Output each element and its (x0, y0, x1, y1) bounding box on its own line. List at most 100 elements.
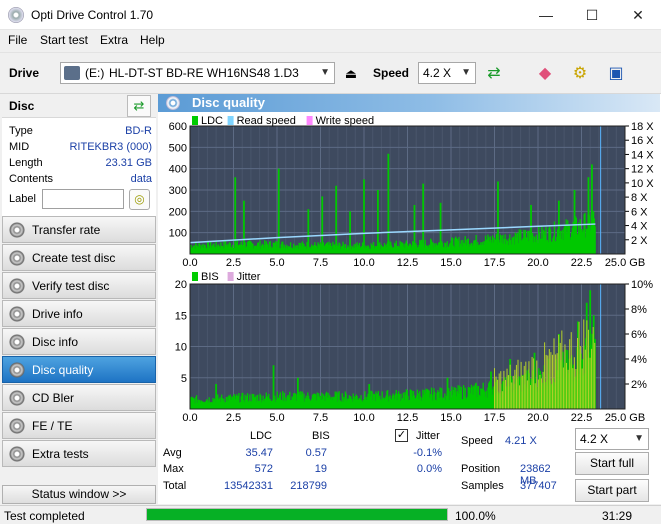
disc-length-key: Length (9, 157, 43, 169)
minimize-button[interactable]: — (523, 0, 569, 30)
menu-help[interactable]: Help (140, 33, 165, 47)
disc-icon (9, 306, 25, 322)
y-tick-label: 200 (169, 206, 187, 218)
y2-tick-label: 18 X (631, 121, 654, 133)
close-button[interactable]: ✕ (615, 0, 661, 30)
nav-label: CD Bler (32, 391, 75, 405)
nav-disc-quality-button[interactable]: Disc quality (2, 356, 156, 383)
charts-area: 0.0 2.5 5.0 7.5 10.0 12.5 15.0 17.5 20.0 22.5 25.0… (169, 115, 655, 424)
total-label: Total (163, 480, 187, 492)
y-tick-label: 400 (169, 164, 187, 176)
progress-text: 100.0% (455, 509, 496, 523)
menu-file[interactable]: File (8, 33, 27, 47)
speed-select-value: 4.2 X (423, 66, 452, 80)
chevron-down-icon: ▼ (461, 67, 471, 78)
y2-tick-label: 2 X (631, 235, 648, 247)
disc-header-label: Disc (9, 99, 35, 113)
disc-icon (9, 446, 25, 462)
x-tick-label: 20.0 (527, 257, 548, 269)
total-ldc: 13542331 (224, 480, 273, 492)
label-apply-icon[interactable]: ◎ (129, 189, 150, 210)
test-speed-select[interactable]: 4.2 X ▼ (575, 428, 649, 450)
x-tick-label: 20.0 (527, 412, 548, 424)
legend-label: Jitter (237, 271, 261, 283)
refresh-speed-icon[interactable]: ⇄ (481, 61, 507, 87)
x-tick-label: 10.0 (353, 412, 374, 424)
samples-label: Samples (461, 480, 504, 492)
disc-quality-icon (166, 96, 180, 110)
jitter-label: Jitter (416, 430, 440, 442)
progress-bar (146, 508, 448, 521)
settings-gear-icon[interactable]: ⚙ (567, 61, 593, 87)
y2-tick-label: 6% (631, 329, 647, 341)
samples-value: 377407 (520, 480, 557, 492)
disc-icon (9, 278, 25, 294)
y-tick-label: 500 (169, 142, 187, 154)
disc-refresh-icon[interactable]: ⇄ (127, 95, 151, 117)
elapsed-time: 31:29 (602, 509, 633, 523)
disc-icon (9, 418, 25, 434)
nav-disc-info-button[interactable]: Disc info (2, 328, 156, 355)
ldc-chart: 0.0 2.5 5.0 7.5 10.0 12.5 15.0 17.5 20.0 22.5 25.0… (169, 115, 655, 269)
save-icon[interactable]: ▣ (603, 61, 629, 87)
disc-length-value: 23.31 GB (105, 157, 152, 169)
x-tick-label: 22.5 (571, 257, 592, 269)
legend-swatch (192, 116, 198, 125)
disc-contents-key: Contents (9, 173, 54, 185)
eraser-icon[interactable]: ◆ (532, 61, 558, 87)
x-tick-label: 17.5 (484, 257, 505, 269)
y2-tick-label: 6 X (631, 206, 648, 218)
x-tick-label: 7.5 (313, 412, 328, 424)
avg-bis: 0.57 (305, 447, 327, 459)
x-tick-label: 17.5 (484, 412, 505, 424)
nav-fe-te-button[interactable]: FE / TE (2, 412, 156, 439)
bis-chart: 0.0 2.5 5.0 7.5 10.0 12.5 15.0 17.5 20.0 22.5 25.0… (175, 271, 653, 424)
menu-extra[interactable]: Extra (100, 33, 128, 47)
y2-tick-label: 10% (631, 279, 653, 291)
nav-transfer-rate-button[interactable]: Transfer rate (2, 216, 156, 243)
avg-label: Avg (163, 447, 182, 459)
y2-tick-label: 8% (631, 304, 647, 316)
legend-swatch (227, 272, 234, 281)
window-title: Opti Drive Control 1.70 (31, 8, 154, 22)
speed-select[interactable]: 4.2 X ▼ (418, 62, 476, 84)
nav-label: Extra tests (32, 447, 89, 461)
jitter-checkbox[interactable]: ✓ (395, 429, 408, 442)
nav-verify-test-disc-button[interactable]: Verify test disc (2, 272, 156, 299)
y-tick-label: 100 (169, 228, 187, 240)
drive-select[interactable]: (E:) HL-DT-ST BD-RE WH16NS48 1.D3 ▼ (60, 62, 335, 84)
start-part-button[interactable]: Start part (575, 479, 649, 502)
disc-label-input[interactable] (42, 189, 124, 209)
y-tick-label: 20 (175, 279, 187, 291)
disc-mid-key: MID (9, 141, 30, 153)
nav-drive-info-button[interactable]: Drive info (2, 300, 156, 327)
eject-button[interactable]: ⏏ (338, 61, 364, 87)
max-bis: 19 (314, 463, 327, 475)
position-label: Position (461, 463, 501, 475)
menu-start-test[interactable]: Start test (40, 33, 88, 47)
speed-label: Speed (373, 66, 410, 80)
nav-label: Disc quality (32, 363, 94, 377)
nav-label: Transfer rate (32, 223, 101, 237)
y2-tick-label: 14 X (631, 149, 654, 161)
x-tick-label: 12.5 (397, 257, 418, 269)
legend-label: Read speed (237, 115, 296, 127)
x-tick-label: 10.0 (353, 257, 374, 269)
legend-label: BIS (201, 271, 219, 283)
col-ldc-header: LDC (250, 430, 273, 442)
x-tick-label: 25.0 GB (605, 412, 645, 424)
nav-extra-tests-button[interactable]: Extra tests (2, 440, 156, 467)
x-tick-label: 2.5 (226, 412, 241, 424)
disc-icon (9, 334, 25, 350)
x-tick-label: 12.5 (397, 412, 418, 424)
nav-cd-bler-button[interactable]: CD Bler (2, 384, 156, 411)
legend-swatch (227, 116, 234, 125)
nav-create-test-disc-button[interactable]: Create test disc (2, 244, 156, 271)
x-tick-label: 15.0 (440, 257, 461, 269)
maximize-button[interactable]: ☐ (569, 0, 615, 30)
start-full-button[interactable]: Start full (575, 452, 649, 475)
disc-icon (9, 222, 25, 238)
nav-label: Drive info (32, 307, 83, 321)
disc-label-key: Label (9, 193, 36, 205)
status-window-button[interactable]: Status window >> (2, 485, 156, 504)
